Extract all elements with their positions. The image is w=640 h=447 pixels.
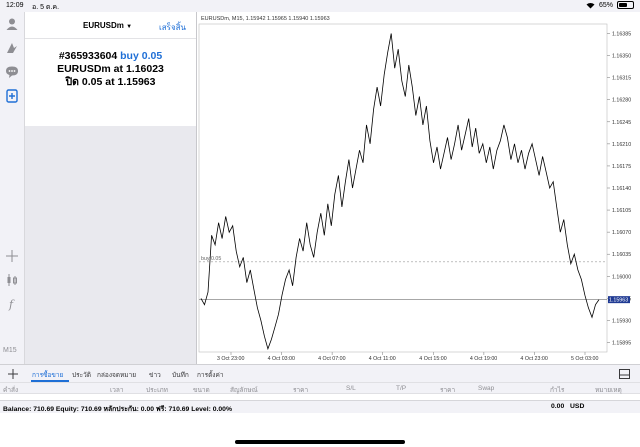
y-tick-label: 1.15895 — [612, 341, 631, 347]
order-line-3: ปิด 0.05 at 1.15963 — [25, 76, 196, 89]
close-price: 1.15963 — [117, 76, 156, 88]
y-tick-label: 1.16105 — [612, 208, 631, 214]
bottom-area — [0, 413, 640, 447]
x-tick-label: 5 Oct 03:00 — [571, 356, 598, 362]
y-tick-label: 1.16385 — [612, 31, 631, 37]
x-tick-label: 4 Oct 19:00 — [470, 356, 497, 362]
y-tick-label: 1.16070 — [612, 230, 631, 236]
x-tick-label: 4 Oct 15:00 — [419, 356, 446, 362]
order-result-panel: EURUSDm ▼ เสร็จสิ้น #365933604 buy 0.05 … — [25, 12, 196, 126]
status-right: 65% — [586, 1, 634, 9]
accounts-icon[interactable] — [4, 16, 20, 32]
orders-table-header: คำสั่ง เวลา ประเภท ขนาด สัญลักษณ์ ราคา S… — [0, 382, 640, 394]
timeframe-label[interactable]: M15 — [3, 347, 17, 354]
y-tick-label: 1.15930 — [612, 318, 631, 324]
total-profit: 0.00 — [551, 403, 565, 410]
indicator-icon[interactable]: f — [4, 296, 20, 312]
y-tick-label: 1.16000 — [612, 274, 631, 280]
y-tick-label: 1.16315 — [612, 76, 631, 82]
y-tick-label: 1.16210 — [612, 142, 631, 148]
chart-header: EURUSDm, M15, 1.15942 1.15965 1.15940 1.… — [201, 16, 330, 22]
x-tick-label: 4 Oct 03:00 — [268, 356, 295, 362]
order-line-label: buy 0.05 — [201, 256, 221, 262]
done-button[interactable]: เสร็จสิ้น — [159, 21, 186, 34]
battery-fill — [619, 3, 628, 7]
close-prefix: ปิด 0.05 at — [65, 76, 115, 88]
chevron-down-icon: ▼ — [126, 24, 133, 30]
order-line-1: #365933604 buy 0.05 — [25, 50, 196, 63]
order-line-2: EURUSDm at 1.16023 — [25, 63, 196, 76]
price-chart[interactable]: EURUSDm, M15, 1.15942 1.15965 1.15940 1.… — [196, 12, 640, 364]
status-time: 12:09 — [6, 2, 24, 9]
tab-history[interactable]: ประวัติ — [72, 370, 91, 380]
symbol-name: EURUSDm — [83, 21, 124, 30]
price-series-line — [200, 33, 600, 351]
add-icon[interactable] — [8, 369, 18, 379]
symbol-selector[interactable]: EURUSDm ▼ — [83, 21, 132, 30]
panel-background — [25, 126, 196, 364]
order-ticket: #365933604 — [58, 50, 118, 62]
status-bar: 12:09 อ. 5 ต.ค. 65% — [0, 0, 640, 12]
home-indicator[interactable] — [235, 440, 405, 444]
candle-icon[interactable] — [4, 272, 20, 288]
col-tp: T/P — [396, 385, 407, 392]
x-tick-label: 4 Oct 07:00 — [318, 356, 345, 362]
y-tick-label: 1.16280 — [612, 98, 631, 104]
balance-bar: Balance: 710.69 Equity: 710.69 หลักประกั… — [0, 400, 640, 413]
tab-journal[interactable]: บันทึก — [172, 370, 189, 380]
chat-icon[interactable] — [4, 64, 20, 80]
y-tick-label: 1.16175 — [612, 164, 631, 170]
y-tick-label: 1.16140 — [612, 186, 631, 192]
currency: USD — [570, 403, 585, 410]
order-action: buy 0.05 — [120, 50, 163, 62]
battery-percent: 65% — [598, 1, 613, 9]
expand-icon[interactable] — [619, 369, 630, 379]
x-tick-label: 3 Oct 23:00 — [217, 356, 244, 362]
svg-text:f: f — [8, 298, 15, 311]
y-tick-label: 1.16350 — [612, 54, 631, 60]
x-tick-label: 4 Oct 23:00 — [520, 356, 547, 362]
tab-news[interactable]: ข่าว — [149, 370, 161, 380]
col-sl: S/L — [346, 385, 356, 392]
battery-icon — [617, 1, 634, 9]
current-price-label: 1.15963 — [609, 298, 628, 304]
chart-svg[interactable]: EURUSDm, M15, 1.15942 1.15965 1.15940 1.… — [197, 12, 640, 364]
signal-icon[interactable] — [4, 40, 20, 56]
new-order-icon[interactable] — [4, 88, 20, 104]
plot-frame — [198, 23, 608, 353]
x-tick-label: 4 Oct 11:00 — [369, 356, 396, 362]
order-info: #365933604 buy 0.05 EURUSDm at 1.16023 ป… — [25, 50, 196, 89]
open-prefix: EURUSDm at — [57, 63, 124, 75]
col-swap: Swap — [478, 385, 495, 392]
bottom-tabs: การซื้อขาย ประวัติ กล่องจดหมาย ข่าว บันท… — [0, 364, 640, 382]
open-price: 1.16023 — [125, 63, 164, 75]
panel-divider — [25, 38, 196, 39]
y-tick-label: 1.16245 — [612, 120, 631, 126]
left-toolbar: f M15 — [0, 12, 25, 364]
y-tick-label: 1.16035 — [612, 252, 631, 258]
tab-mailbox[interactable]: กล่องจดหมาย — [97, 370, 136, 380]
tab-trade[interactable]: การซื้อขาย — [32, 370, 63, 380]
crosshair-icon[interactable] — [4, 248, 20, 264]
tab-settings[interactable]: การตั้งค่า — [197, 370, 223, 380]
wifi-icon — [586, 2, 595, 8]
